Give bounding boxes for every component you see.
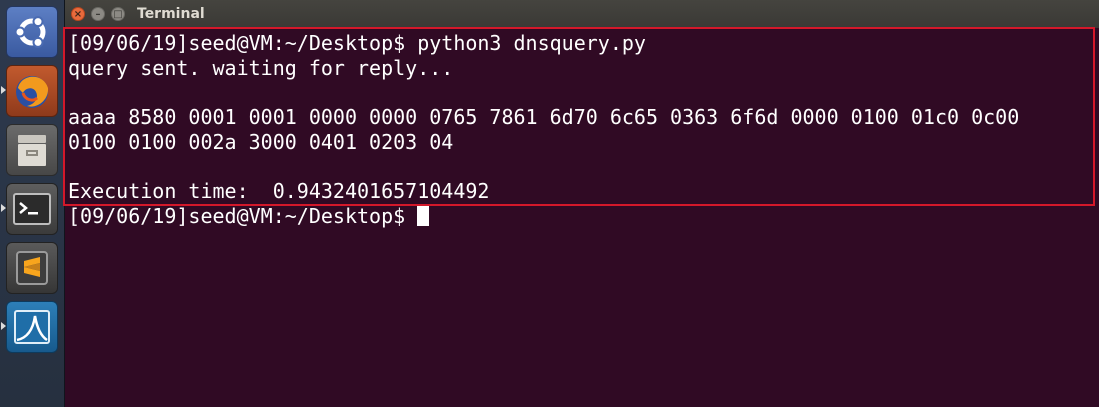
window-titlebar[interactable]: × – □ Terminal xyxy=(65,0,1099,28)
terminal-prompt: [09/06/19]seed@VM:~/Desktop$ xyxy=(68,204,406,228)
launcher-item-sublime-text[interactable] xyxy=(6,242,58,294)
launcher-item-wireshark[interactable] xyxy=(6,301,58,353)
launcher-item-files[interactable] xyxy=(6,124,58,176)
terminal-prompt-line[interactable]: [09/06/19]seed@VM:~/Desktop$ xyxy=(68,204,430,228)
terminal-line-status: query sent. waiting for reply... xyxy=(68,56,454,80)
desktop-screen: × – □ Terminal [09/06/19]seed@VM:~/Deskt… xyxy=(0,0,1099,407)
text-cursor xyxy=(417,206,430,226)
terminal-line-hex-1: aaaa 8580 0001 0001 0000 0000 0765 7861 … xyxy=(68,105,1020,129)
terminal-line-hex-2: 0100 0100 002a 3000 0401 0203 04 xyxy=(68,130,454,154)
sublime-text-icon xyxy=(16,251,48,285)
terminal-icon xyxy=(13,193,51,225)
terminal-line-command: [09/06/19]seed@VM:~/Desktop$ python3 dns… xyxy=(68,31,646,55)
close-button[interactable]: × xyxy=(71,7,85,21)
file-cabinet-icon xyxy=(18,135,46,166)
launcher-item-firefox[interactable] xyxy=(6,65,58,117)
terminal-line-execution-time: Execution time: 0.9432401657104492 xyxy=(68,179,490,203)
ubuntu-logo-icon xyxy=(14,16,46,48)
window-title: Terminal xyxy=(137,6,205,22)
minimize-button[interactable]: – xyxy=(91,7,105,21)
firefox-icon xyxy=(16,76,49,108)
maximize-button[interactable]: □ xyxy=(111,7,125,21)
launcher-item-terminal[interactable] xyxy=(6,183,58,235)
unity-launcher xyxy=(0,0,65,407)
launcher-item-ubuntu-dash[interactable] xyxy=(6,6,58,58)
wireshark-fin-icon xyxy=(14,310,50,344)
terminal-output-area[interactable]: [09/06/19]seed@VM:~/Desktop$ python3 dns… xyxy=(65,28,1099,407)
